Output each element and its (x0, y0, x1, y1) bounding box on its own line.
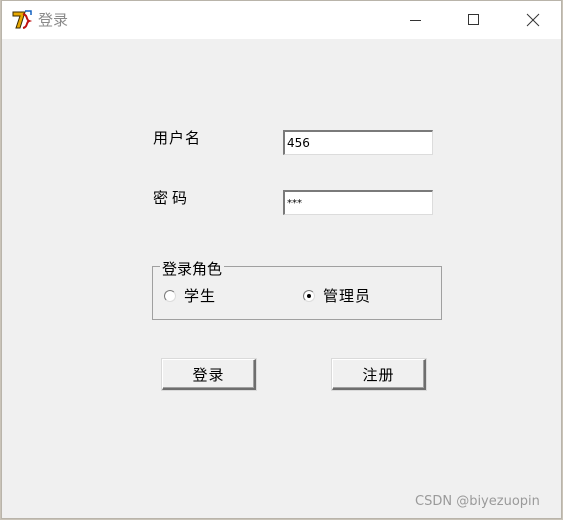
radio-student[interactable]: 学生 (164, 287, 216, 305)
radio-admin[interactable]: 管理员 (303, 287, 371, 305)
login-window: 登录 用户名 密码 登录角色 学生 管理员 登录 注册 CSDN @biyez (1, 0, 562, 519)
minimize-icon (410, 14, 422, 26)
maximize-button[interactable] (445, 1, 503, 39)
radio-admin-circle[interactable] (303, 290, 315, 302)
minimize-button[interactable] (387, 1, 445, 39)
password-input[interactable] (283, 190, 433, 215)
window-title: 登录 (38, 11, 69, 29)
java-app-icon (11, 9, 33, 31)
role-group-title: 登录角色 (160, 260, 225, 278)
username-label: 用户名 (153, 129, 202, 147)
close-icon (526, 13, 540, 27)
username-input[interactable] (283, 130, 433, 155)
register-button[interactable]: 注册 (332, 359, 426, 390)
title-bar[interactable]: 登录 (2, 1, 561, 39)
radio-student-circle[interactable] (164, 290, 176, 302)
close-button[interactable] (504, 1, 561, 39)
maximize-icon (468, 14, 480, 26)
csdn-watermark: CSDN @biyezuopin (415, 494, 540, 509)
radio-student-label: 学生 (184, 287, 217, 305)
password-label: 密码 (153, 189, 192, 207)
login-button[interactable]: 登录 (162, 359, 256, 390)
radio-admin-label: 管理员 (323, 287, 372, 305)
